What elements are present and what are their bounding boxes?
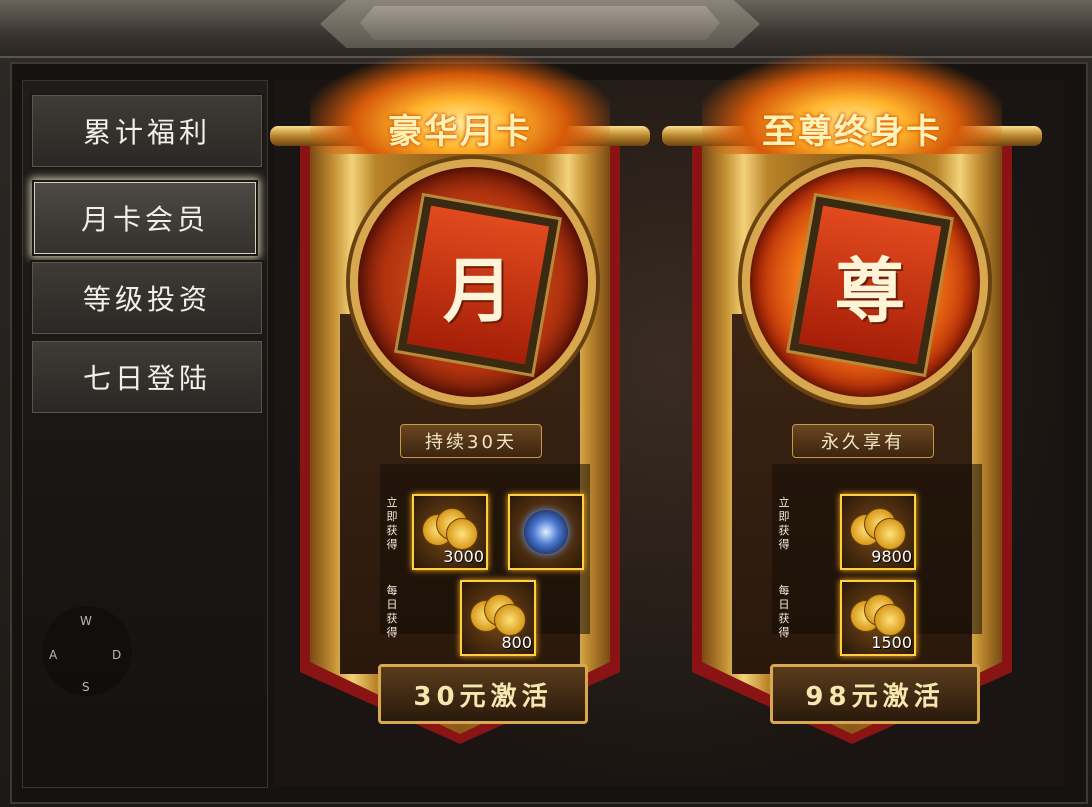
daily-label: 每日获得	[386, 584, 398, 639]
top-ornament-inner	[360, 6, 720, 40]
card-supreme-lifetime: 至尊终身卡 尊 永久享有 立即获得 每日获得 9800 1500 98元激活	[662, 54, 1042, 764]
reward-slot-gold[interactable]: 9800	[840, 494, 916, 570]
card-luxury-monthly: 豪华月卡 月 持续30天 立即获得 每日获得 3000 800 30元激活	[270, 54, 650, 764]
reward-amount: 3000	[443, 547, 484, 566]
gold-coins-icon	[422, 506, 478, 550]
immediate-label: 立即获得	[778, 496, 790, 551]
reward-slot-daily-gold[interactable]: 1500	[840, 580, 916, 656]
reward-slot-orb[interactable]	[508, 494, 584, 570]
tab-seven-day-login[interactable]: 七日登陆	[30, 339, 264, 415]
duration-badge: 持续30天	[400, 424, 542, 458]
daily-label: 每日获得	[778, 584, 790, 639]
reward-amount: 1500	[871, 633, 912, 652]
blue-orb-icon	[524, 510, 568, 554]
emblem-medallion: 尊	[742, 159, 988, 405]
joystick-s-label: S	[82, 680, 90, 694]
activate-30-button[interactable]: 30元激活	[378, 664, 588, 724]
activate-98-button[interactable]: 98元激活	[770, 664, 980, 724]
joystick-a-label: A	[49, 648, 58, 662]
gold-coins-icon	[470, 592, 526, 636]
immediate-label: 立即获得	[386, 496, 398, 551]
emblem-medallion: 月	[350, 159, 596, 405]
gold-coins-icon	[850, 506, 906, 550]
card-title: 至尊终身卡	[762, 112, 942, 152]
joystick-d-label: D	[112, 648, 122, 662]
reward-slot-gold[interactable]: 3000	[412, 494, 488, 570]
joystick-w-label: W	[80, 614, 92, 628]
tab-level-investment[interactable]: 等级投资	[30, 260, 264, 336]
emblem-glyph: 尊	[835, 248, 905, 332]
reward-amount: 800	[501, 633, 532, 652]
virtual-joystick[interactable]: W A D S	[42, 606, 132, 696]
tab-cumulative-benefits[interactable]: 累计福利	[30, 93, 264, 169]
tab-monthly-card-member[interactable]: 月卡会员	[32, 180, 258, 256]
reward-slot-daily-gold[interactable]: 800	[460, 580, 536, 656]
card-title: 豪华月卡	[388, 112, 532, 152]
gold-coins-icon	[850, 592, 906, 636]
reward-amount: 9800	[871, 547, 912, 566]
emblem-plaque: 月	[397, 196, 559, 374]
emblem-glyph: 月	[443, 248, 513, 332]
emblem-plaque: 尊	[789, 196, 951, 374]
duration-badge: 永久享有	[792, 424, 934, 458]
